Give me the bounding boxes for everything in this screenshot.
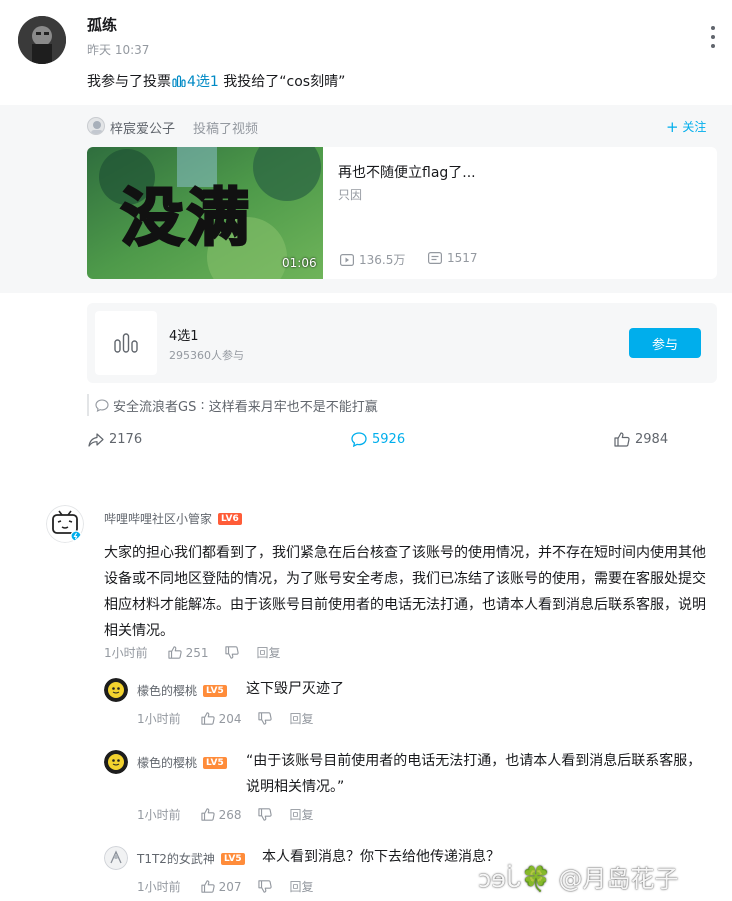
danmaku-count: 1517 (428, 251, 478, 265)
thumbs-down-icon (257, 808, 272, 821)
comment-bubble-icon (95, 398, 109, 412)
reply-author[interactable]: 檬色的樱桃 LV5 (137, 754, 227, 771)
watermark: ↄɘᒑ🍀 @月岛花子 (478, 865, 679, 893)
reply-like-count: 204 (218, 711, 242, 726)
reply-author-name[interactable]: 檬色的樱桃 (137, 682, 197, 699)
video-duration: 01:06 (282, 256, 317, 270)
like-count: 2984 (635, 432, 669, 447)
comment-author-name[interactable]: 哔哩哔哩社区小管家 (104, 510, 212, 527)
thumbs-up-icon (201, 712, 215, 725)
vote-icon (95, 311, 157, 375)
reply-author-name[interactable]: T1T2的女武神 (137, 850, 215, 867)
thumbs-down-icon (257, 880, 272, 893)
video-title[interactable]: 再也不随便立flag了... (338, 162, 476, 182)
reply-author[interactable]: T1T2的女武神 LV5 (137, 850, 245, 867)
thumbs-up-icon (201, 808, 215, 821)
reply-author[interactable]: 檬色的樱桃 LV5 (137, 682, 227, 699)
vote-link[interactable]: 4选1 (171, 74, 219, 90)
forward-action: 投稿了视频 (193, 122, 259, 137)
thumbnail-overlay-text: 没满 (119, 180, 254, 256)
thumbs-down-icon (257, 712, 272, 725)
level-badge: LV5 (203, 756, 227, 769)
post-text-prefix: 我参与了投票 (87, 74, 171, 90)
reply-reply-button[interactable]: 回复 (290, 878, 314, 895)
post-text-suffix: 我投给了“cos刻晴” (218, 74, 346, 90)
reply-avatar[interactable] (104, 678, 128, 702)
comment-reply-button[interactable]: 回复 (257, 644, 281, 661)
reply-dislike-button[interactable] (257, 880, 272, 893)
forward-user-name[interactable]: 梓宸爱公子 (110, 118, 175, 137)
reply-like-count: 207 (218, 879, 242, 894)
reply-dislike-button[interactable] (257, 712, 272, 725)
top-comment-text: 这样看来月牢也不是不能打赢 (208, 399, 378, 415)
level-badge: LV6 (218, 512, 242, 525)
follow-button[interactable]: + 关注 (666, 118, 706, 136)
like-button[interactable]: 2984 (614, 432, 668, 447)
tv-mascot-avatar[interactable] (46, 505, 84, 543)
reply-time: 1小时前 (137, 712, 181, 726)
level-badge: LV5 (203, 684, 227, 697)
play-count-icon (340, 253, 354, 266)
thumbs-up-icon (614, 432, 630, 447)
reply-text: “由于该账号目前使用者的电话无法打通，也请本人看到消息后联系客服，说明相关情况。… (246, 753, 702, 795)
reply-avatar[interactable] (104, 846, 128, 870)
top-comment-user[interactable]: 安全流浪者GS (113, 396, 196, 415)
level-badge: LV5 (220, 852, 245, 865)
danmaku-count-value: 1517 (447, 251, 478, 265)
comment-dislike-button[interactable] (224, 646, 239, 659)
share-count: 2176 (109, 432, 143, 447)
reply-meta: 1小时前 207 回复 (137, 878, 314, 895)
comment-count: 5926 (372, 432, 406, 447)
reply-reply-button[interactable]: 回复 (290, 710, 314, 727)
view-count: 136.5万 (340, 251, 405, 268)
reply-avatar[interactable] (104, 750, 128, 774)
video-uploader[interactable]: 只因 (338, 186, 362, 203)
reply-time: 1小时前 (137, 808, 181, 822)
share-button[interactable]: 2176 (88, 432, 142, 447)
reply-dislike-button[interactable] (257, 808, 272, 821)
comment-author[interactable]: 哔哩哔哩社区小管家 LV6 (104, 510, 242, 527)
thumbs-up-icon (168, 646, 182, 659)
reply-like-count: 268 (218, 807, 242, 822)
vote-title: 4选1 (169, 329, 199, 344)
author-avatar[interactable] (18, 16, 66, 64)
thumbs-up-icon (201, 880, 215, 893)
post-time: 昨天 10:37 (87, 43, 150, 57)
comment-like-count: 251 (185, 645, 209, 660)
more-options-icon[interactable] (704, 26, 722, 48)
top-comment-colon: : (200, 397, 205, 413)
reply-like-button[interactable]: 204 (201, 712, 242, 726)
vote-participants: 295360人参与 (169, 349, 244, 362)
view-count-value: 136.5万 (359, 253, 406, 267)
plus-icon: + (666, 118, 679, 136)
vote-link-label: 4选1 (187, 74, 219, 90)
video-thumbnail[interactable]: 没满 01:06 (87, 147, 323, 279)
comment-meta: 1小时前 251 回复 (104, 644, 281, 661)
danmaku-icon (428, 252, 442, 264)
reply-meta: 1小时前 204 回复 (137, 710, 314, 727)
reply-meta: 1小时前 268 回复 (137, 806, 314, 823)
comment-icon (351, 432, 367, 447)
reply-like-button[interactable]: 268 (201, 808, 242, 822)
comment-like-button[interactable]: 251 (168, 646, 209, 660)
comment-button[interactable]: 5926 (351, 432, 405, 447)
follow-label: 关注 (682, 120, 707, 134)
reply-reply-button[interactable]: 回复 (290, 806, 314, 823)
reply-like-button[interactable]: 207 (201, 880, 242, 894)
post-text: 我参与了投票 4选1 我投给了“cos刻晴” (87, 71, 345, 91)
reply-text: 本人看到消息？你下去给他传递消息？ (262, 849, 500, 865)
vote-bar-icon (172, 75, 186, 88)
join-vote-button[interactable]: 参与 (629, 328, 701, 358)
reply-author-name[interactable]: 檬色的樱桃 (137, 754, 197, 771)
comment-text: 大家的担心我们都看到了，我们紧急在后台核查了该账号的使用情况，并不存在短时间内使… (104, 545, 706, 639)
share-icon (88, 432, 104, 447)
reply-text: 这下毁尸灭迹了 (246, 681, 344, 697)
reply-time: 1小时前 (137, 880, 181, 894)
thumbs-down-icon (224, 646, 239, 659)
forward-user-avatar[interactable] (87, 117, 105, 135)
author-name[interactable]: 孤练 (87, 14, 117, 35)
comment-time: 1小时前 (104, 646, 148, 660)
top-comment-preview[interactable]: 安全流浪者GS: 这样看来月牢也不是不能打赢 (87, 394, 378, 416)
